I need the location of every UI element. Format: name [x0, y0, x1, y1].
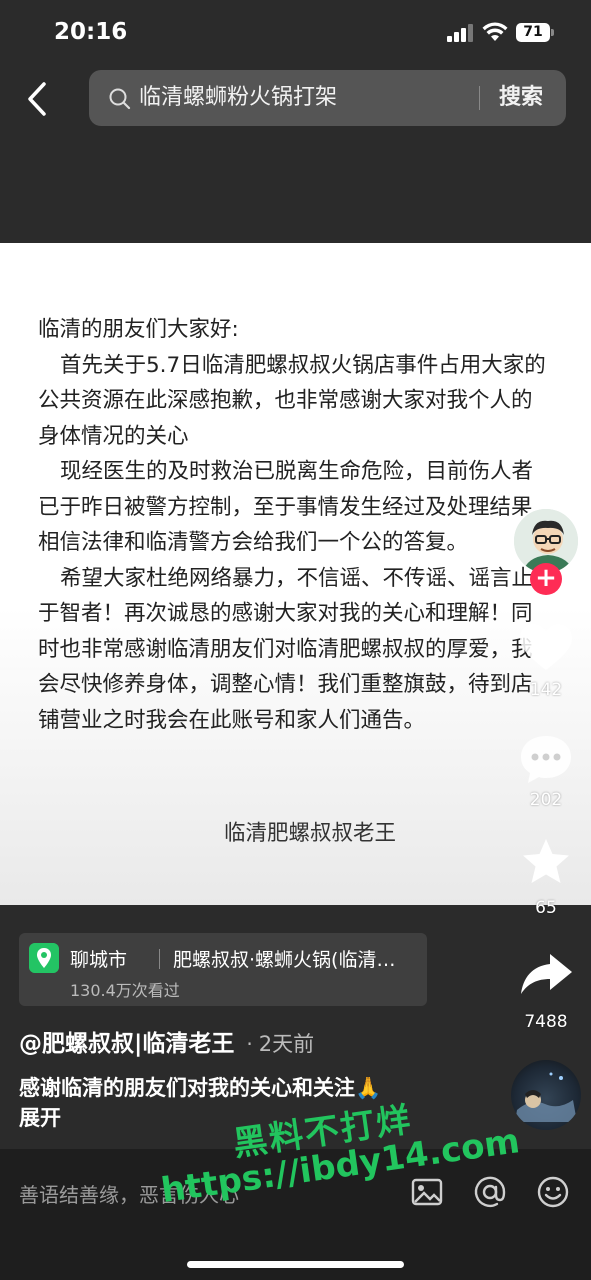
share-icon[interactable]	[518, 950, 574, 1002]
letter-paragraph-3: 希望大家杜绝网络暴力，不信谣、不传谣、谣言止于智者！再次诚恳的感谢大家对我的关心…	[38, 565, 534, 733]
location-card[interactable]: 聊城市 肥螺叔叔·螺蛳火锅(临清… 130.4万次看过	[19, 933, 427, 1006]
status-time: 20:16	[54, 19, 128, 45]
comment-count: 202	[529, 790, 563, 810]
home-indicator	[187, 1261, 404, 1268]
location-place: 肥螺叔叔·螺蛳火锅(临清…	[173, 949, 396, 971]
music-disc[interactable]	[511, 1060, 581, 1130]
location-city: 聊城市	[70, 949, 128, 971]
star-icon[interactable]	[518, 837, 574, 889]
expand-button[interactable]: 展开	[19, 1102, 61, 1132]
search-icon	[109, 88, 131, 110]
separator-dot: ·	[246, 1032, 253, 1056]
cellular-signal-icon	[447, 24, 473, 42]
status-bar: 20:16 71	[0, 0, 591, 66]
wifi-icon	[482, 22, 508, 41]
battery-indicator: 71	[516, 23, 554, 42]
search-bar[interactable]: 临清螺蛳粉火锅打架 搜索	[89, 70, 566, 126]
letter-paragraph-2: 现经医生的及时救治已脱离生命危险，目前伤人者已于昨日被警方控制，至于事情发生经过…	[38, 459, 534, 555]
location-views: 130.4万次看过	[70, 981, 180, 1000]
letter-signature: 临清肥螺叔叔老王	[224, 821, 397, 846]
location-divider	[159, 949, 160, 969]
letter-paragraph-1: 首先关于5.7日临清肥螺叔叔火锅店事件占用大家的公共资源在此深感抱歉，也非常感谢…	[38, 352, 546, 449]
post-time: 2天前	[258, 1032, 315, 1056]
comment-bar: 善语结善缘，恶言伤人心	[0, 1149, 591, 1280]
search-divider	[479, 86, 480, 110]
like-count: 142	[529, 680, 563, 700]
post-image[interactable]: 临清的朋友们大家好: 首先关于5.7日临清肥螺叔叔火锅店事件占用大家的公共资源在…	[0, 243, 591, 905]
share-count: 7488	[524, 1012, 568, 1032]
music-cover-art	[515, 1072, 577, 1122]
search-button[interactable]: 搜索	[499, 70, 543, 126]
author-line: @肥螺叔叔|临清老王 · 2天前	[19, 1024, 315, 1057]
mention-icon[interactable]	[473, 1175, 507, 1209]
search-input[interactable]: 临清螺蛳粉火锅打架	[139, 70, 337, 126]
emoji-icon[interactable]	[536, 1175, 570, 1209]
post-caption: 感谢临清的朋友们对我的关心和关注🙏	[19, 1076, 382, 1100]
author-name[interactable]: @肥螺叔叔|临清老王	[19, 1031, 234, 1057]
favorite-count: 65	[535, 898, 557, 918]
letter-greeting: 临清的朋友们大家好:	[38, 317, 239, 342]
back-arrow-icon[interactable]	[22, 80, 54, 118]
letter-text: 临清的朋友们大家好: 首先关于5.7日临清肥螺叔叔火锅店事件占用大家的公共资源在…	[38, 312, 548, 738]
follow-button[interactable]: +	[530, 563, 562, 595]
image-icon[interactable]	[410, 1175, 444, 1209]
comment-icon[interactable]	[518, 733, 574, 785]
location-pin-icon	[29, 943, 59, 973]
comment-input[interactable]: 善语结善缘，恶言伤人心	[19, 1179, 239, 1208]
heart-icon[interactable]	[518, 622, 574, 674]
